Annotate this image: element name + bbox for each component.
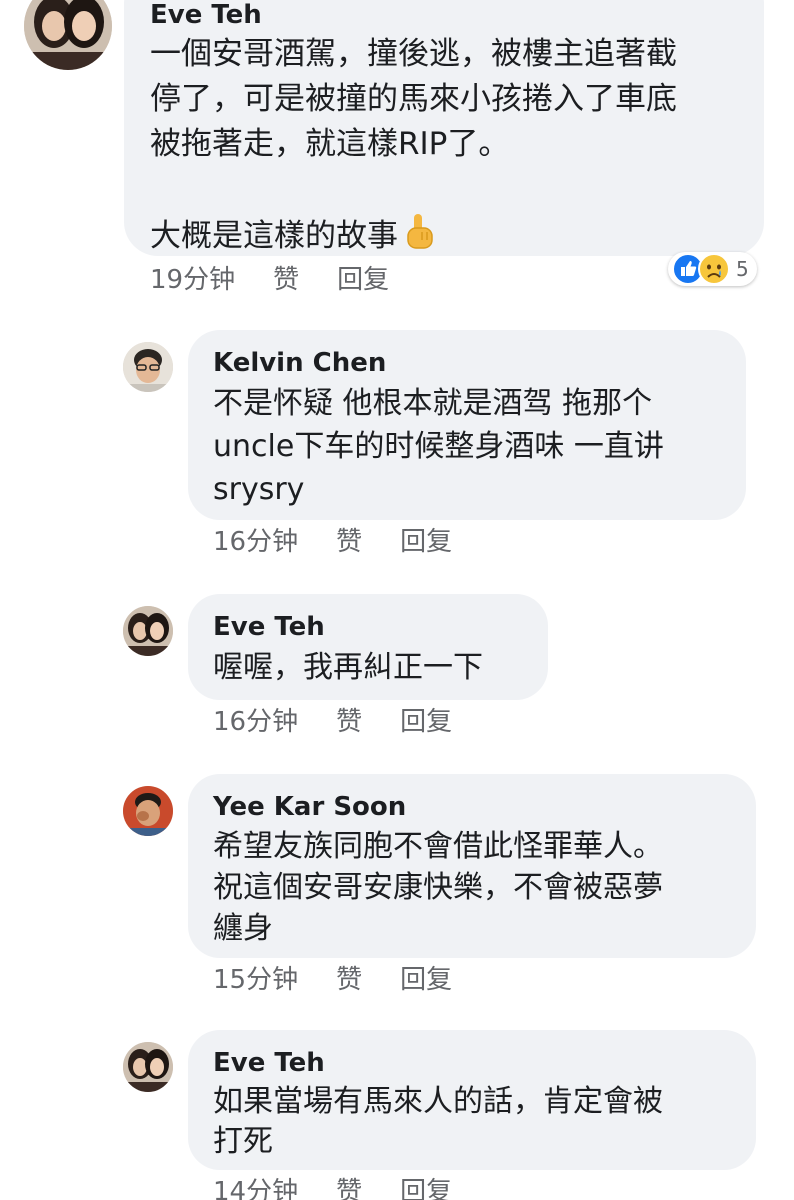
comment-author[interactable]: Kelvin Chen	[213, 348, 746, 378]
avatar[interactable]	[123, 342, 173, 392]
comment-line: 喔喔，我再糾正一下	[213, 650, 483, 685]
avatar[interactable]	[123, 1042, 173, 1092]
comment-bubble: Eve Teh 喔喔，我再糾正一下	[188, 594, 548, 700]
reply-button[interactable]: 回复	[400, 706, 452, 738]
comment-line: srysry	[213, 472, 305, 507]
comment-item: Yee Kar Soon 希望友族同胞不會借此怪罪華人。 祝這個安哥安康快樂，不…	[0, 774, 794, 1014]
comment-body: 如果當場有馬來人的話，肯定會被 打死	[213, 1082, 756, 1162]
comment-line: 打死	[213, 1124, 273, 1159]
comment-meta: 15分钟 赞 回复	[213, 964, 452, 996]
comment-time[interactable]: 14分钟	[213, 1176, 298, 1200]
avatar[interactable]	[123, 606, 173, 656]
avatar-photo-icon	[123, 1042, 173, 1092]
comment-line: 不是怀疑 他根本就是酒驾 拖那个	[213, 386, 653, 421]
comment-line: 被拖著走，就這樣RIP了。	[150, 126, 510, 162]
comment-time[interactable]: 16分钟	[213, 526, 298, 558]
reply-button[interactable]: 回复	[400, 526, 452, 558]
avatar-photo-icon	[123, 342, 173, 392]
like-button[interactable]: 赞	[336, 526, 362, 558]
sad-icon	[698, 253, 730, 285]
comment-line: 祝這個安哥安康快樂，不會被惡夢	[213, 870, 663, 905]
reply-button[interactable]: 回复	[400, 964, 452, 996]
comment-time[interactable]: 19分钟	[150, 264, 235, 296]
comment-line	[150, 167, 764, 212]
avatar[interactable]	[123, 786, 173, 836]
comment-author[interactable]: Yee Kar Soon	[213, 792, 756, 822]
comment-line: 停了，可是被撞的馬來小孩捲入了車底	[150, 81, 677, 117]
comment-body: 一個安哥酒駕，撞後逃，被樓主追著截 停了，可是被撞的馬來小孩捲入了車底 被拖著走…	[150, 32, 764, 259]
comment-meta: 14分钟 赞 回复	[213, 1176, 452, 1200]
comment-line: 纏身	[213, 911, 273, 946]
avatar-photo-icon	[24, 0, 112, 70]
comment-bubble: Kelvin Chen 不是怀疑 他根本就是酒驾 拖那个 uncle下车的时候整…	[188, 330, 746, 520]
comment-bubble: Yee Kar Soon 希望友族同胞不會借此怪罪華人。 祝這個安哥安康快樂，不…	[188, 774, 756, 958]
like-button[interactable]: 赞	[273, 264, 299, 296]
comment-item: Kelvin Chen 不是怀疑 他根本就是酒驾 拖那个 uncle下车的时候整…	[0, 330, 794, 570]
comment-body: 喔喔，我再糾正一下	[213, 646, 548, 689]
comment-body: 希望友族同胞不會借此怪罪華人。 祝這個安哥安康快樂，不會被惡夢 纏身	[213, 826, 756, 949]
comment-item: Eve Teh 一個安哥酒駕，撞後逃，被樓主追著截 停了，可是被撞的馬來小孩捲入…	[0, 0, 794, 300]
comment-item: Eve Teh 喔喔，我再糾正一下 16分钟 赞 回复	[0, 594, 794, 754]
comment-thread: Eve Teh 一個安哥酒駕，撞後逃，被樓主追著截 停了，可是被撞的馬來小孩捲入…	[0, 0, 794, 1200]
avatar-photo-icon	[123, 786, 173, 836]
comment-time[interactable]: 15分钟	[213, 964, 298, 996]
comment-item: Eve Teh 如果當場有馬來人的話，肯定會被 打死 14分钟 赞 回复	[0, 1030, 794, 1200]
avatar-photo-icon	[123, 606, 173, 656]
comment-meta: 16分钟 赞 回复	[213, 706, 452, 738]
reply-button[interactable]: 回复	[337, 264, 389, 296]
comment-bubble: Eve Teh 一個安哥酒駕，撞後逃，被樓主追著截 停了，可是被撞的馬來小孩捲入…	[124, 0, 764, 256]
comment-author[interactable]: Eve Teh	[213, 1048, 756, 1078]
comment-line: 希望友族同胞不會借此怪罪華人。	[213, 829, 663, 864]
reactions-summary[interactable]: 5	[668, 252, 757, 286]
avatar[interactable]	[24, 0, 112, 70]
reply-button[interactable]: 回复	[400, 1176, 452, 1200]
like-button[interactable]: 赞	[336, 964, 362, 996]
like-button[interactable]: 赞	[336, 706, 362, 738]
comment-time[interactable]: 16分钟	[213, 706, 298, 738]
comment-meta: 19分钟 赞 回复	[150, 264, 389, 296]
comment-bubble: Eve Teh 如果當場有馬來人的話，肯定會被 打死	[188, 1030, 756, 1170]
comment-meta: 16分钟 赞 回复	[213, 526, 452, 558]
comment-author[interactable]: Eve Teh	[213, 612, 548, 642]
comment-body: 不是怀疑 他根本就是酒驾 拖那个 uncle下车的时候整身酒味 一直讲 srys…	[213, 382, 746, 511]
comment-author[interactable]: Eve Teh	[150, 0, 764, 30]
like-button[interactable]: 赞	[336, 1176, 362, 1200]
comment-line: 如果當場有馬來人的話，肯定會被	[213, 1084, 663, 1119]
comment-line: 大概是這樣的故事	[150, 218, 398, 254]
pointing-up-hand-icon	[402, 212, 436, 252]
comment-line-with-emoji: 大概是這樣的故事	[150, 212, 764, 259]
comment-line: uncle下车的时候整身酒味 一直讲	[213, 429, 664, 464]
reaction-count: 5	[736, 257, 749, 281]
comment-line: 一個安哥酒駕，撞後逃，被樓主追著截	[150, 36, 677, 72]
